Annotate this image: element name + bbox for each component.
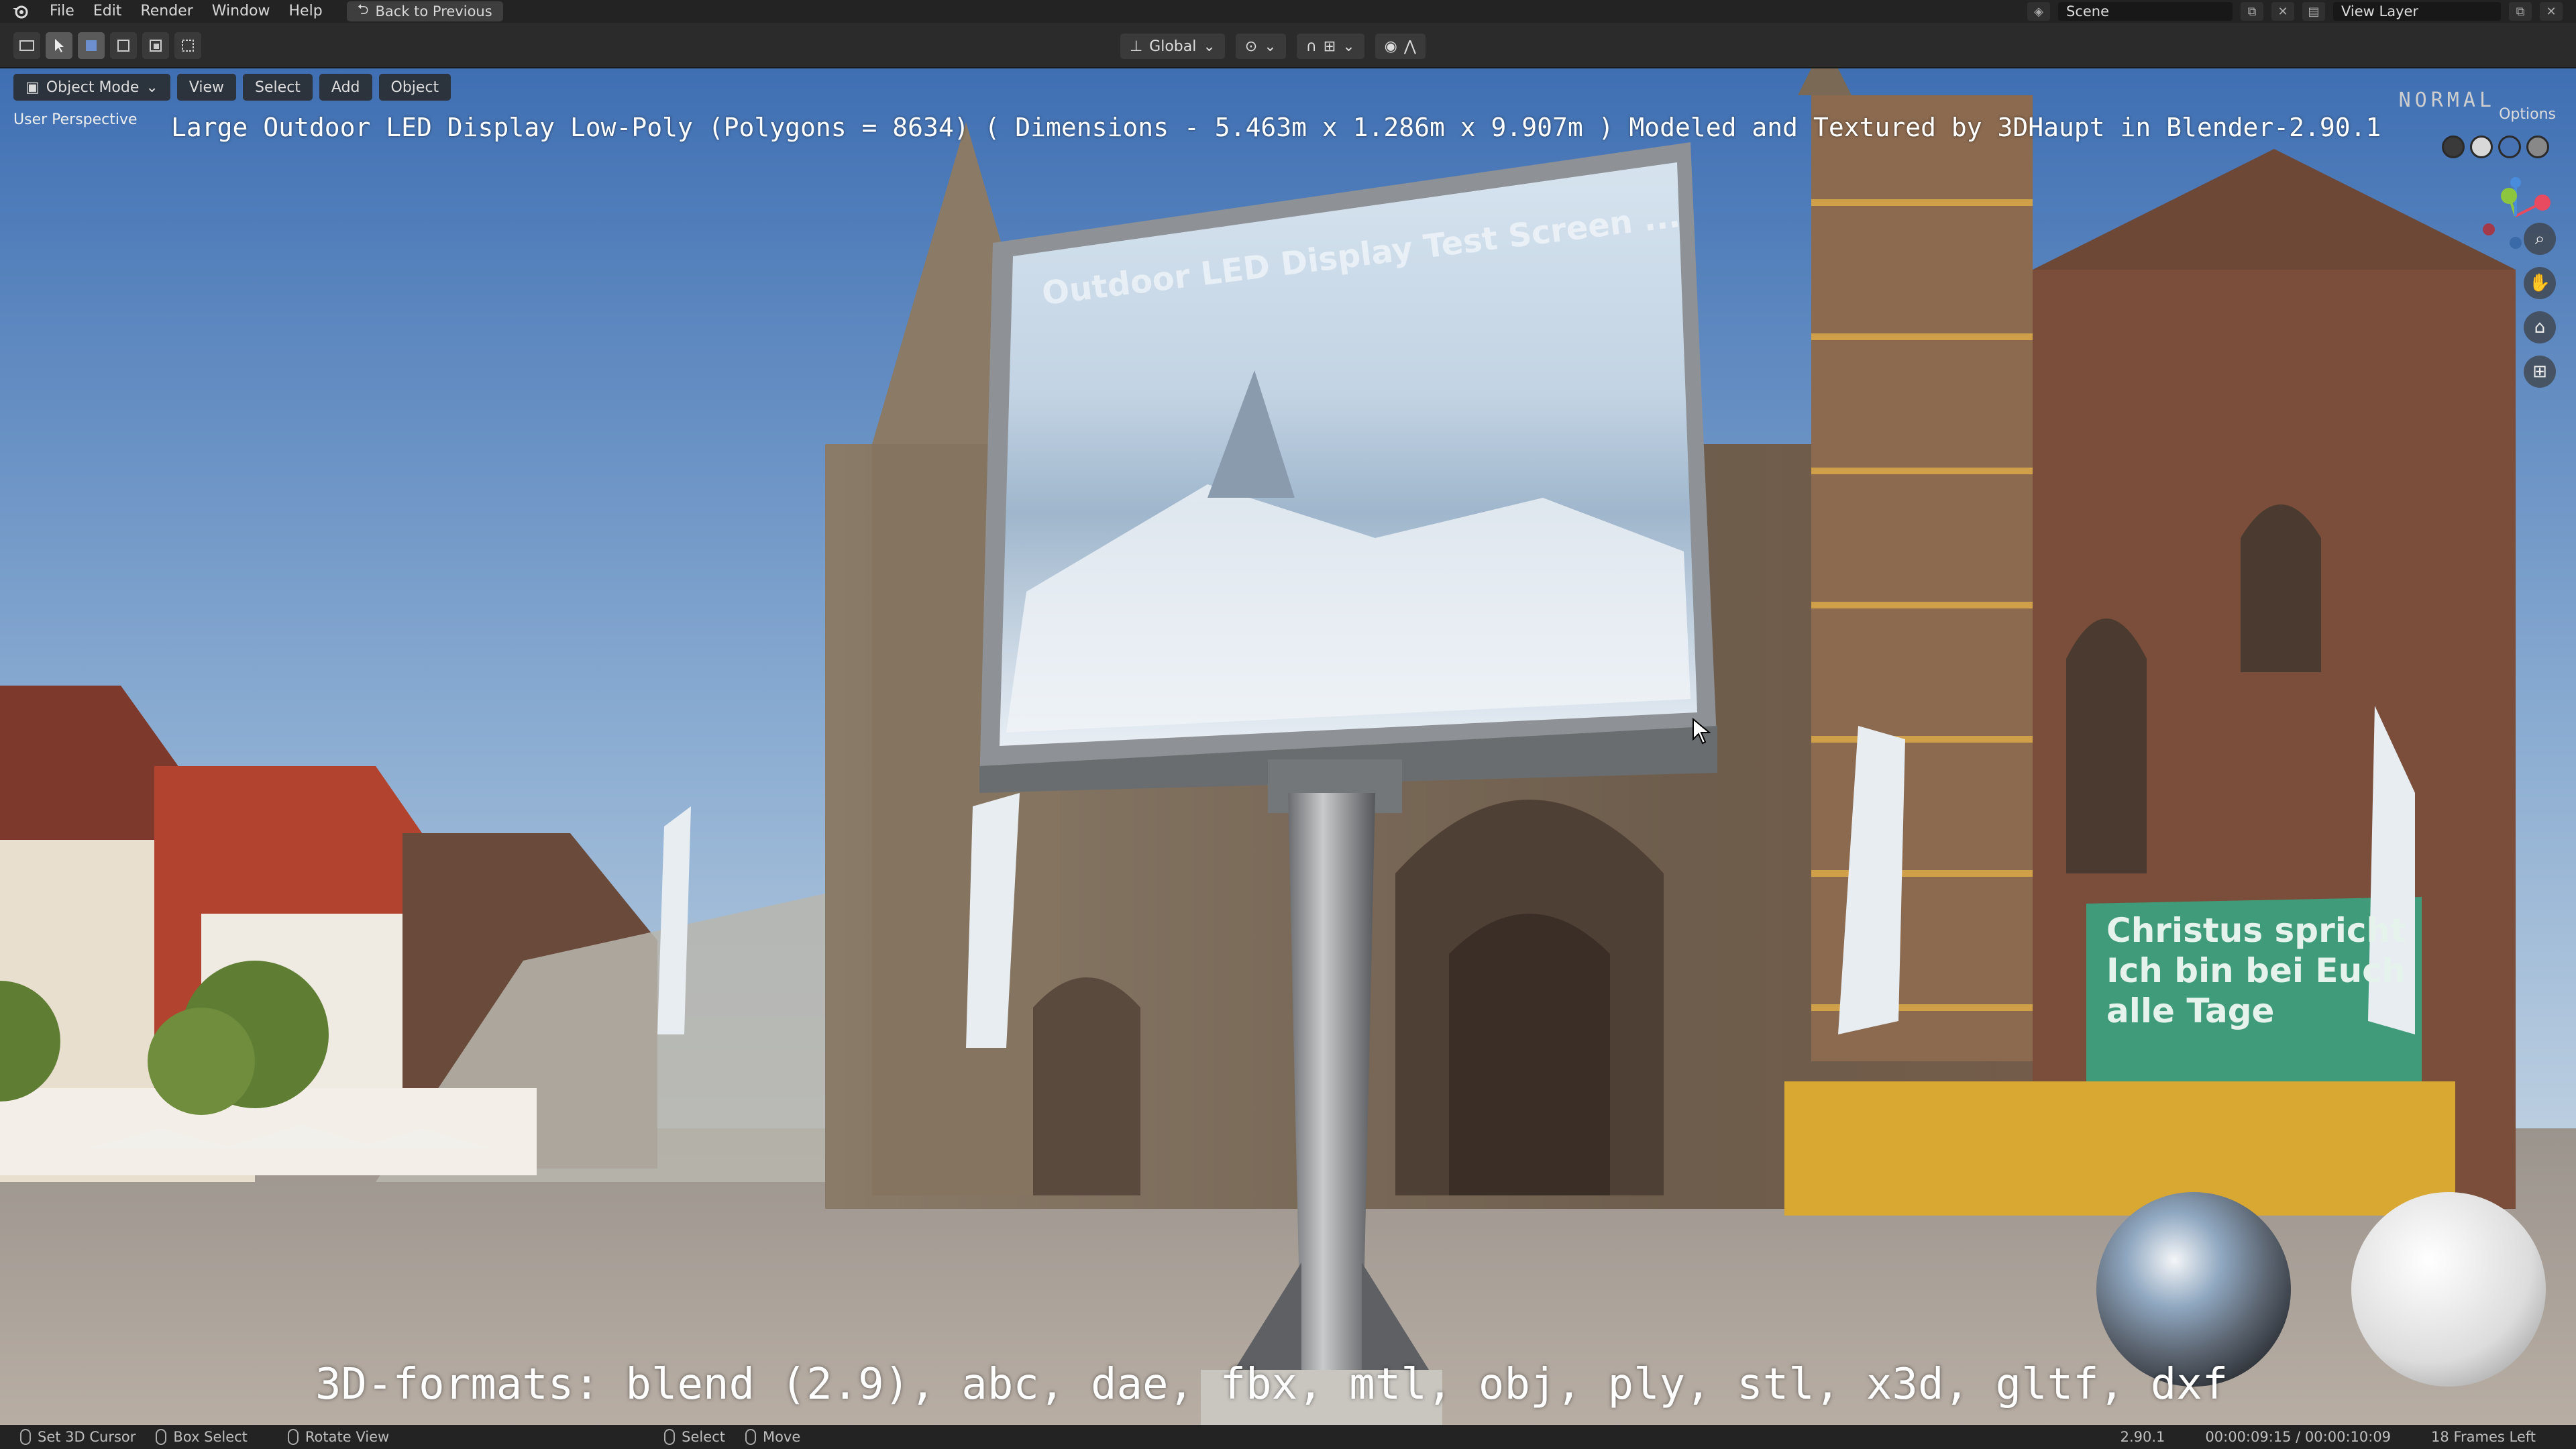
snap-increment-icon: ⊞ — [1323, 38, 1336, 55]
left-mouse-icon — [20, 1429, 31, 1445]
banner-text: Christus spricht Ich bin bei Euch alle T… — [2106, 910, 2406, 1031]
status-set-cursor-label: Set 3D Cursor — [38, 1429, 136, 1445]
status-rotate-view: Rotate View — [287, 1429, 390, 1445]
back-to-previous-label: Back to Previous — [375, 3, 492, 19]
menu-edit[interactable]: Edit — [84, 0, 131, 23]
left-mouse-icon — [664, 1429, 676, 1445]
add-menu[interactable]: Add — [319, 74, 372, 101]
back-to-previous-button[interactable]: ⮌ Back to Previous — [346, 1, 503, 21]
timecode-label: 00:00:09:15 / 00:00:10:09 — [2205, 1429, 2392, 1445]
mouse-cursor-icon — [1692, 717, 1711, 747]
viewport-shading-buttons — [2442, 136, 2549, 158]
perspective-label: User Perspective — [13, 111, 138, 128]
editor-type-icon[interactable] — [13, 32, 40, 59]
navigation-buttons: ⌕ ✋ ⌂ ⊞ — [2524, 223, 2556, 388]
view-layer-browse-icon[interactable]: ▤ — [2302, 2, 2325, 21]
pivot-icon: ⊙ — [1244, 38, 1258, 55]
proportional-editing-toggle[interactable]: ◉ ⋀ — [1375, 34, 1426, 59]
remove-scene-icon[interactable]: ✕ — [2271, 2, 2294, 21]
matte-sphere — [2351, 1192, 2546, 1387]
falloff-icon: ⋀ — [1403, 38, 1416, 55]
right-mouse-icon — [745, 1429, 756, 1445]
status-box-select: Box Select — [156, 1429, 248, 1445]
object-mode-dropdown[interactable]: ▣ Object Mode ⌄ — [13, 74, 170, 101]
new-view-layer-icon[interactable]: ⧉ — [2509, 2, 2532, 21]
viewport-header: ▣ Object Mode ⌄ View Select Add Object — [0, 68, 2576, 106]
top-right-controls: ◈ Scene ⧉ ✕ ▤ View Layer ⧉ ✕ — [2027, 0, 2576, 23]
model-info-overlay: Large Outdoor LED Display Low-Poly (Poly… — [171, 113, 2381, 142]
chevron-down-icon: ⌄ — [146, 78, 158, 96]
version-label: 2.90.1 — [2120, 1429, 2165, 1445]
status-info: 2.90.1 00:00:09:15 / 00:00:10:09 18 Fram… — [2121, 1429, 2536, 1445]
view-layer-field[interactable]: View Layer — [2333, 2, 2501, 21]
object-mode-label: Object Mode — [46, 78, 140, 96]
banner-line-2: Ich bin bei Euch — [2106, 951, 2406, 990]
snap-toggle[interactable]: ∩ ⊞ ⌄ — [1296, 34, 1364, 59]
transform-orientation-dropdown[interactable]: ⊥ Global ⌄ — [1120, 34, 1225, 59]
normal-watermark: NORMAL — [2398, 89, 2496, 112]
object-mode-icon: ▣ — [25, 78, 40, 96]
status-select-label: Select — [682, 1429, 725, 1445]
frames-left-label: 18 Frames Left — [2431, 1429, 2536, 1445]
tool-icons — [13, 32, 201, 59]
orientation-icon: ⊥ — [1130, 38, 1143, 55]
material-shading-icon[interactable] — [2498, 136, 2521, 158]
banner-line-3: alle Tage — [2106, 991, 2275, 1030]
status-box-select-label: Box Select — [173, 1429, 248, 1445]
drag-mouse-icon — [156, 1429, 167, 1445]
pivot-point-dropdown[interactable]: ⊙ ⌄ — [1235, 34, 1286, 59]
object-menu[interactable]: Object — [378, 74, 451, 101]
menu-help[interactable]: Help — [280, 0, 332, 23]
select-menu[interactable]: Select — [243, 74, 313, 101]
menu-render[interactable]: Render — [131, 0, 202, 23]
mode-subtract-icon[interactable] — [142, 32, 169, 59]
status-set-cursor: Set 3D Cursor — [20, 1429, 136, 1445]
pan-hand-icon[interactable]: ✋ — [2524, 267, 2556, 299]
top-menu-bar: File Edit Render Window Help ⮌ Back to P… — [0, 0, 2576, 23]
magnet-icon: ∩ — [1305, 38, 1317, 55]
ortho-grid-icon[interactable]: ⊞ — [2524, 356, 2556, 388]
chevron-down-icon: ⌄ — [1342, 38, 1355, 55]
formats-overlay: 3D-formats: blend (2.9), abc, dae, fbx, … — [315, 1360, 2229, 1409]
orientation-label: Global — [1149, 38, 1197, 55]
middle-mouse-icon — [287, 1429, 299, 1445]
scene-browse-icon[interactable]: ◈ — [2027, 2, 2050, 21]
status-rotate-view-label: Rotate View — [305, 1429, 390, 1445]
mode-extend-icon[interactable] — [110, 32, 137, 59]
banner-line-1: Christus spricht — [2106, 911, 2406, 950]
blender-window: File Edit Render Window Help ⮌ Back to P… — [0, 0, 2576, 1449]
solid-shading-icon[interactable] — [2470, 136, 2493, 158]
remove-view-layer-icon[interactable]: ✕ — [2540, 2, 2563, 21]
chevron-down-icon: ⌄ — [1264, 38, 1277, 55]
transform-tools: ⊥ Global ⌄ ⊙ ⌄ ∩ ⊞ ⌄ ◉ ⋀ — [1120, 34, 1426, 59]
wireframe-shading-icon[interactable] — [2442, 136, 2465, 158]
options-dropdown[interactable]: Options — [2499, 106, 2556, 123]
chevron-down-icon: ⌄ — [1203, 38, 1216, 55]
menu-file[interactable]: File — [40, 0, 84, 23]
view-menu[interactable]: View — [176, 74, 237, 101]
construction-hoarding — [1784, 1081, 2455, 1216]
status-move: Move — [745, 1429, 800, 1445]
mode-intersect-icon[interactable] — [174, 32, 201, 59]
proportional-icon: ◉ — [1384, 38, 1397, 55]
mode-new-icon[interactable] — [78, 32, 105, 59]
blender-logo-icon[interactable] — [0, 0, 40, 23]
3d-viewport[interactable]: Outdoor LED Display Test Screen ... Chri… — [0, 68, 2576, 1430]
tool-header: ⊥ Global ⌄ ⊙ ⌄ ∩ ⊞ ⌄ ◉ ⋀ — [0, 23, 2576, 68]
camera-view-icon[interactable]: ⌂ — [2524, 311, 2556, 343]
status-select: Select — [664, 1429, 725, 1445]
new-scene-icon[interactable]: ⧉ — [2241, 2, 2263, 21]
rendered-shading-icon[interactable] — [2526, 136, 2549, 158]
status-bar: Set 3D Cursor Box Select Rotate View Sel… — [0, 1425, 2576, 1449]
back-icon: ⮌ — [357, 1, 369, 17]
scene-field[interactable]: Scene — [2058, 2, 2233, 21]
menu-window[interactable]: Window — [203, 0, 280, 23]
chrome-sphere — [2096, 1192, 2291, 1387]
select-tool-icon[interactable] — [46, 32, 72, 59]
zoom-icon[interactable]: ⌕ — [2524, 223, 2556, 255]
status-move-label: Move — [762, 1429, 801, 1445]
